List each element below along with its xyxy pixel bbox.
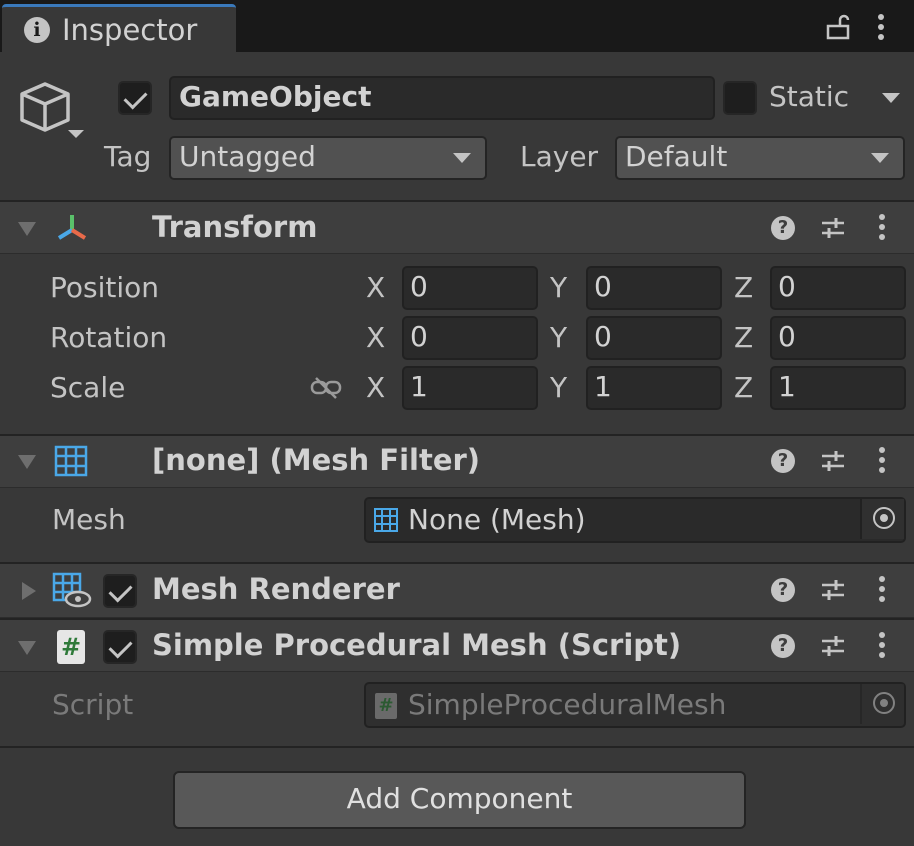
axis-y-label: Y [550,271,568,304]
mesh-renderer-icon [52,572,92,608]
active-toggle[interactable] [118,81,152,115]
axis-x-label: X [366,371,386,404]
static-dropdown-caret-icon[interactable] [882,93,900,103]
scale-label: Scale [50,371,126,404]
script-enabled-toggle[interactable] [103,630,137,664]
component-menu-icon[interactable] [879,214,887,244]
tab-menu-icon[interactable] [878,14,886,44]
transform-axes-icon [57,215,87,240]
position-x-field[interactable]: 0 [402,266,538,310]
script-value: SimpleProceduralMesh [408,688,727,721]
tag-dropdown[interactable]: Untagged [169,136,487,180]
help-icon[interactable]: ? [771,449,795,473]
csharp-script-icon: # [375,693,397,719]
foldout-arrow-icon[interactable] [18,222,36,236]
chevron-down-icon [453,153,471,163]
foldout-arrow-icon[interactable] [18,641,36,655]
axis-z-label: Z [734,321,754,354]
layer-value: Default [625,140,728,173]
static-label: Static [769,80,850,113]
axis-x-label: X [366,321,386,354]
add-component-button[interactable]: Add Component [173,771,746,829]
info-icon: i [24,17,50,43]
csharp-script-icon: # [57,630,85,664]
presets-sliders-icon[interactable] [820,215,846,241]
gameobject-cube-icon[interactable] [18,80,88,146]
static-toggle[interactable] [723,81,757,115]
help-icon[interactable]: ? [771,634,795,658]
divider [0,746,914,748]
axis-x-label: X [366,271,386,304]
mesh-grid-icon [374,508,398,532]
foldout-arrow-icon[interactable] [22,582,36,600]
script-label: Script [52,688,134,721]
layer-dropdown[interactable]: Default [615,136,905,180]
object-picker-icon[interactable] [860,499,904,539]
component-menu-icon[interactable] [879,632,887,662]
component-menu-icon[interactable] [879,576,887,606]
component-menu-icon[interactable] [879,447,887,477]
lock-icon[interactable] [826,14,850,40]
mesh-renderer-enabled-toggle[interactable] [103,574,137,608]
presets-sliders-icon[interactable] [820,448,846,474]
object-name-input[interactable]: GameObject [169,76,715,120]
help-icon[interactable]: ? [771,216,795,240]
help-icon[interactable]: ? [771,578,795,602]
scale-z-field[interactable]: 1 [770,366,906,410]
mesh-object-field[interactable]: None (Mesh) [364,497,906,543]
axis-y-label: Y [550,321,568,354]
axis-y-label: Y [550,371,568,404]
axis-z-label: Z [734,271,754,304]
constrain-proportions-link-icon[interactable] [310,376,342,400]
position-y-field[interactable]: 0 [586,266,722,310]
rotation-z-field[interactable]: 0 [770,316,906,360]
mesh-label: Mesh [52,503,126,536]
presets-sliders-icon[interactable] [820,577,846,603]
script-component-title: Simple Procedural Mesh (Script) [152,628,682,662]
object-picker-icon [860,684,904,724]
foldout-arrow-icon[interactable] [18,455,36,469]
rotation-x-field[interactable]: 0 [402,316,538,360]
position-z-field[interactable]: 0 [770,266,906,310]
mesh-value: None (Mesh) [408,503,586,536]
mesh-renderer-title: Mesh Renderer [152,572,400,606]
axis-z-label: Z [734,371,754,404]
script-object-field: # SimpleProceduralMesh [364,682,906,728]
rotation-y-field[interactable]: 0 [586,316,722,360]
tag-value: Untagged [179,140,316,173]
mesh-filter-title: [none] (Mesh Filter) [152,443,481,477]
position-label: Position [50,271,160,304]
scale-x-field[interactable]: 1 [402,366,538,410]
tab-inspector[interactable]: i Inspector [2,4,236,52]
rotation-label: Rotation [50,321,168,354]
transform-title: Transform [152,210,318,244]
mesh-grid-icon [54,445,88,477]
tab-title: Inspector [62,13,198,47]
tag-label: Tag [104,140,152,173]
presets-sliders-icon[interactable] [820,633,846,659]
chevron-down-icon [871,153,889,163]
layer-label: Layer [520,140,599,173]
scale-y-field[interactable]: 1 [586,366,722,410]
